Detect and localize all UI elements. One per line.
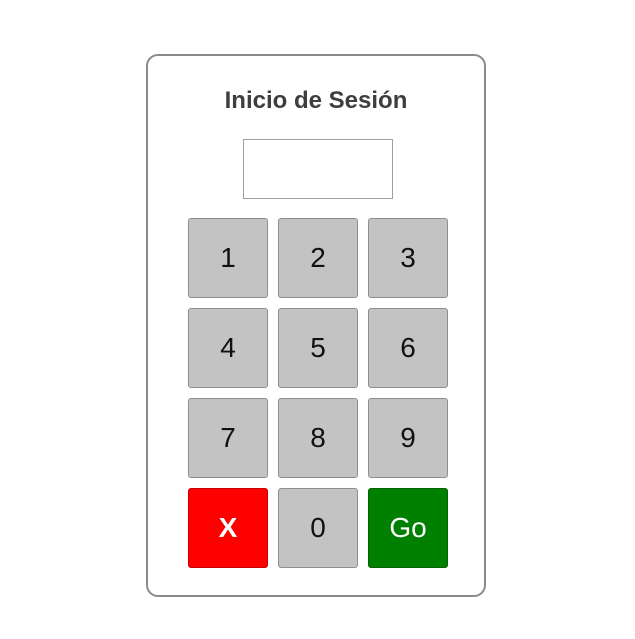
- key-7-button[interactable]: 7: [188, 398, 268, 478]
- clear-button[interactable]: X: [188, 488, 268, 568]
- key-1-button[interactable]: 1: [188, 218, 268, 298]
- key-3-button[interactable]: 3: [368, 218, 448, 298]
- key-6-button[interactable]: 6: [368, 308, 448, 388]
- key-9-button[interactable]: 9: [368, 398, 448, 478]
- login-title: Inicio de Sesión: [224, 87, 408, 114]
- pin-input[interactable]: [243, 139, 393, 199]
- key-5-button[interactable]: 5: [278, 308, 358, 388]
- keypad: 1 2 3 4 5 6 7 8 9 X 0 Go: [188, 218, 448, 568]
- key-4-button[interactable]: 4: [188, 308, 268, 388]
- key-0-button[interactable]: 0: [278, 488, 358, 568]
- login-panel: Inicio de Sesión 1 2 3 4 5 6 7 8 9 X 0 G…: [146, 54, 486, 597]
- key-2-button[interactable]: 2: [278, 218, 358, 298]
- key-8-button[interactable]: 8: [278, 398, 358, 478]
- go-button[interactable]: Go: [368, 488, 448, 568]
